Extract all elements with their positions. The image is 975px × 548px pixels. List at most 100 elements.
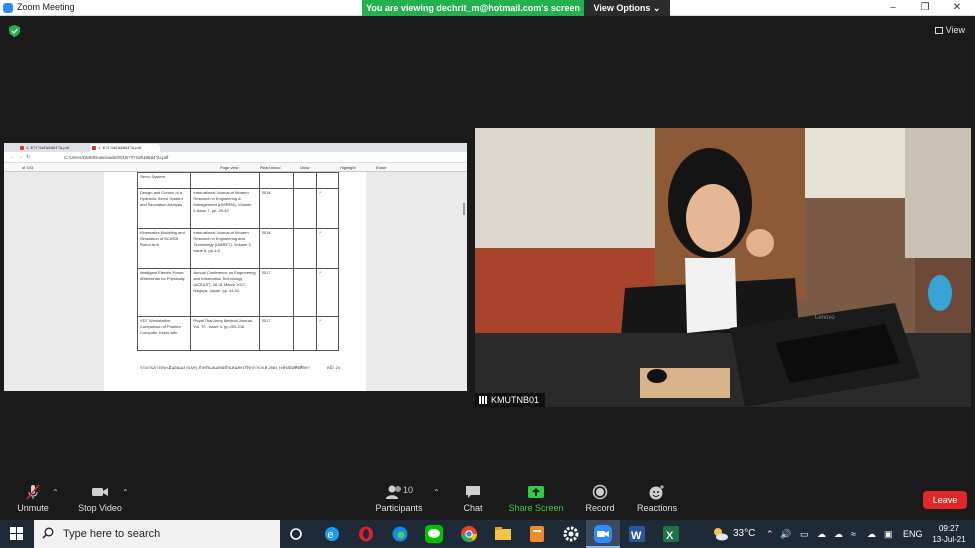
pdf-icon xyxy=(92,146,96,150)
zoom-taskbar-active[interactable] xyxy=(586,520,620,548)
mouse xyxy=(647,369,667,383)
system-clock[interactable]: 09:27 13-Jul-21 xyxy=(930,523,968,545)
svg-text:X: X xyxy=(666,530,674,542)
participant-name: KMUTNB01 xyxy=(491,395,540,405)
cell-check: ✓ xyxy=(315,316,340,351)
draw-button[interactable]: Draw xyxy=(300,165,309,170)
table-row: Design and Control of a Hydraulic Servo … xyxy=(136,188,340,229)
page-view-button[interactable]: Page view xyxy=(220,165,238,170)
input-language[interactable]: ENG xyxy=(903,520,923,548)
hand xyxy=(746,229,774,257)
windows-taskbar: Type here to search e W X 33°C ⌃ 🔊 ▭ ☁ ☁… xyxy=(0,520,975,548)
battery-icon[interactable]: ▭ xyxy=(800,520,809,548)
erase-button[interactable]: Erase xyxy=(376,165,386,170)
line-app-icon[interactable] xyxy=(424,524,444,544)
taskbar-search-input[interactable]: Type here to search xyxy=(34,520,280,548)
laptop-brand: Lenovo xyxy=(815,315,835,321)
weather-temperature[interactable]: 33°C xyxy=(733,520,755,548)
url-text[interactable]: C:/Users/DMS/Downloads/001ตารางเสนอผลงาน… xyxy=(64,154,168,161)
word-icon[interactable]: W xyxy=(627,524,647,544)
onedrive-icon[interactable]: ☁ xyxy=(867,520,876,548)
cell-check: ✓ xyxy=(315,268,340,317)
participants-button[interactable]: 10 Participants xyxy=(373,478,425,520)
pdf-icon xyxy=(20,146,24,150)
pdf-toolbar: of 103 Page view Read aloud Draw Highlig… xyxy=(4,163,467,172)
tray-overflow-chevron-icon[interactable]: ⌃ xyxy=(766,520,774,548)
notification-center-icon[interactable]: ▣ xyxy=(884,520,893,548)
file-explorer-icon[interactable] xyxy=(493,524,513,544)
weather-icon[interactable] xyxy=(710,524,730,544)
internet-explorer-icon[interactable]: e xyxy=(322,524,342,544)
viewing-banner: You are viewing dechrit_m@hotmail.com's … xyxy=(362,0,584,16)
cell-check xyxy=(315,172,340,189)
footer-text: รายงานการประเมินตนเอง (SAR) สำหรับเสนอขอ… xyxy=(140,365,310,370)
read-aloud-button[interactable]: Read aloud xyxy=(260,165,280,170)
browser-tab[interactable]: 1. ตารางเสนอผลงาน.pdf xyxy=(18,144,88,152)
table-row: Intelligent Electric Power Wheelchair fo… xyxy=(136,268,340,317)
chat-button[interactable]: Chat xyxy=(455,478,491,520)
browser-nav-icons[interactable]: ←→↻ xyxy=(10,154,33,160)
svg-text:e: e xyxy=(328,529,334,541)
signal-bars-icon xyxy=(479,396,488,404)
zoom-app-icon xyxy=(594,525,612,543)
notes-app-icon[interactable] xyxy=(527,524,547,544)
windows-start-icon[interactable] xyxy=(0,520,34,548)
maximize-button[interactable]: ❐ xyxy=(908,0,942,16)
share-screen-button[interactable]: Share Screen xyxy=(506,478,566,520)
close-button[interactable]: ✕ xyxy=(940,0,974,16)
address-bar[interactable]: ←→↻ C:/Users/DMS/Downloads/001ตารางเสนอผ… xyxy=(4,152,467,163)
reactions-button[interactable]: Reactions xyxy=(632,478,682,520)
chrome-icon[interactable] xyxy=(459,524,479,544)
cell-year: 2018 xyxy=(258,228,295,269)
highlight-button[interactable]: Highlight xyxy=(340,165,356,170)
excel-icon[interactable]: X xyxy=(661,524,681,544)
record-button[interactable]: Record xyxy=(580,478,620,520)
onedrive-cloud-icon[interactable]: ☁ xyxy=(817,520,826,548)
grid-view-icon xyxy=(934,27,943,34)
encryption-shield-icon[interactable] xyxy=(9,25,20,37)
view-button[interactable]: View xyxy=(934,25,965,35)
participant-video[interactable]: Lenovo KMUTNB01 xyxy=(475,128,971,407)
settings-gear-icon[interactable] xyxy=(561,524,581,544)
record-label: Record xyxy=(585,503,615,513)
participants-chevron-icon[interactable]: ⌃ xyxy=(433,488,440,497)
cell-title: Kinematics Modeling and Simulation of SC… xyxy=(136,228,192,269)
table-row: Servo System xyxy=(136,172,340,189)
cloud-sync-icon[interactable]: ☁ xyxy=(834,520,843,548)
cell-year: 2017 xyxy=(258,268,295,317)
task-view-icon[interactable] xyxy=(286,524,306,544)
audio-options-chevron-icon[interactable]: ⌃ xyxy=(52,488,59,497)
wifi-icon[interactable]: ≈ xyxy=(851,520,856,548)
cell-title: Intelligent Electric Power Wheelchair fo… xyxy=(136,268,192,317)
participants-label: Participants xyxy=(375,503,423,513)
minimize-button[interactable]: – xyxy=(876,0,910,16)
reactions-smiley-icon xyxy=(649,485,664,500)
opera-icon[interactable] xyxy=(356,524,376,544)
meeting-toolbar: Unmute ⌃ Stop Video ⌃ 10 Participants ⌃ … xyxy=(0,478,975,520)
cell-journal: Royal Thai Army Medical Journal, Vol. 70… xyxy=(190,316,260,351)
video-camera-icon xyxy=(92,488,108,496)
view-options-label: View Options xyxy=(593,3,651,13)
pdf-scrollbar[interactable] xyxy=(463,203,465,215)
cell-blank xyxy=(293,268,317,317)
clock-date: 13-Jul-21 xyxy=(932,535,966,544)
page-count: of 103 xyxy=(22,165,34,170)
video-options-chevron-icon[interactable]: ⌃ xyxy=(122,488,129,497)
cell-blank xyxy=(293,316,317,351)
svg-text:W: W xyxy=(631,530,642,542)
view-options-button[interactable]: View Options ⌄ xyxy=(584,0,670,16)
unmute-button[interactable]: Unmute xyxy=(12,478,54,520)
volume-icon[interactable]: 🔊 xyxy=(780,520,791,548)
participants-count: 10 xyxy=(403,485,413,495)
leave-button[interactable]: Leave xyxy=(923,491,967,509)
edge-icon[interactable] xyxy=(390,524,410,544)
video-frame: Lenovo xyxy=(475,128,971,407)
stop-video-button[interactable]: Stop Video xyxy=(74,478,126,520)
cell-journal: Annual Conference on Engineering and Inf… xyxy=(190,268,260,317)
cell-year: 2017 xyxy=(258,316,295,351)
cell-title: Servo System xyxy=(136,172,192,189)
pdf-page: Servo System Design and Control of a Hyd… xyxy=(104,172,366,391)
cell-check: ✓ xyxy=(315,188,340,229)
cell-blank xyxy=(293,188,317,229)
browser-tab-active[interactable]: 1. ตารางเสนอผลงาน.pdf xyxy=(90,144,160,152)
